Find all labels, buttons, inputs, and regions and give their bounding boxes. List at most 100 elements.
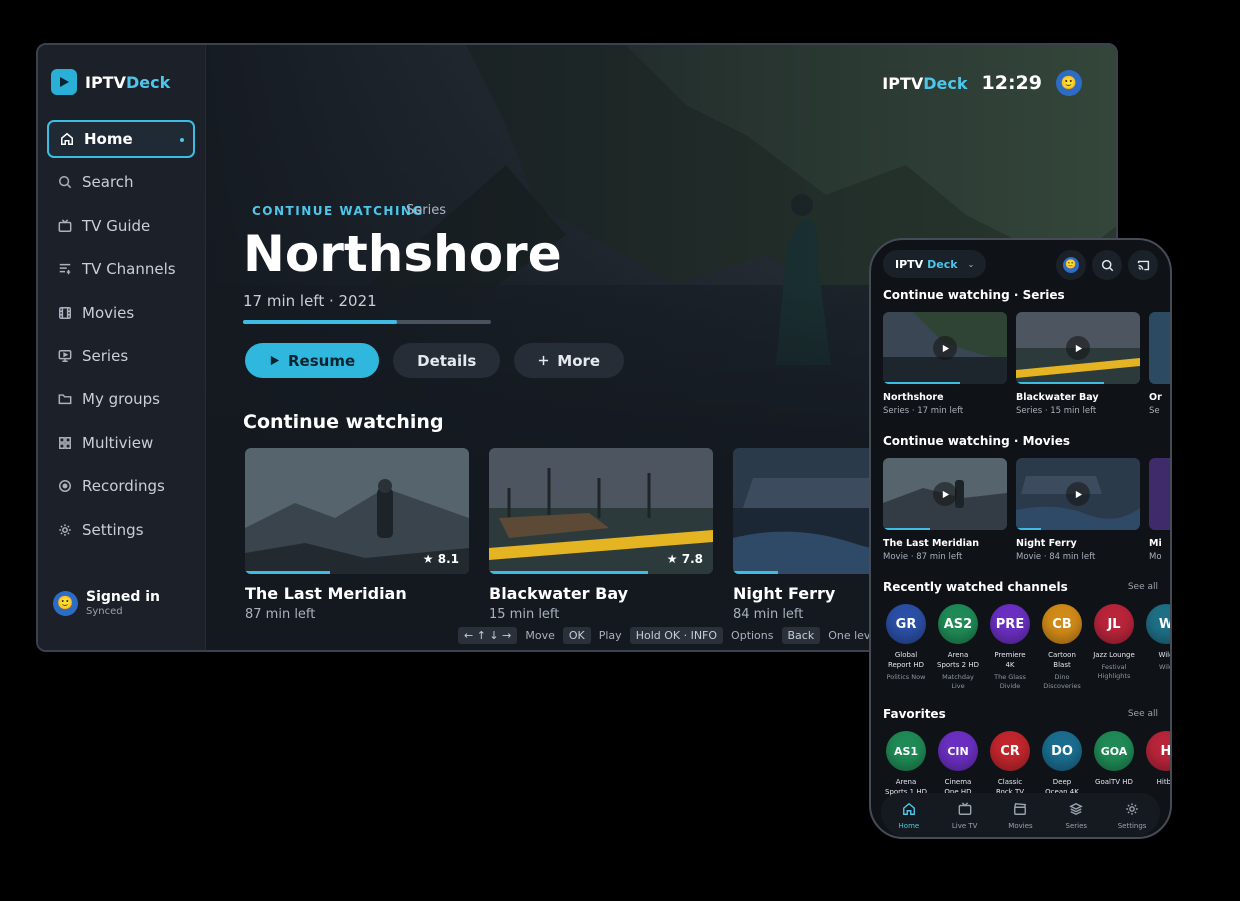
channel-item[interactable]: H Hitbo <box>1145 731 1170 798</box>
card-thumbnail <box>1149 458 1170 530</box>
card-title: Blackwater Bay <box>1016 392 1099 403</box>
phone-media-card[interactable]: Mi Mo <box>1149 458 1170 562</box>
channel-item[interactable]: PRE Premiere 4K The Glass Divide <box>989 604 1031 691</box>
header-brand: IPTVDeck <box>882 73 968 93</box>
hero-kind: Series <box>406 203 446 218</box>
channel-item[interactable]: W Wild Wild <box>1145 604 1170 691</box>
card-title: Or <box>1149 392 1162 403</box>
media-card[interactable]: ★ 7.8 Blackwater Bay 15 min left <box>489 448 713 622</box>
sidebar-item-label: Movies <box>82 303 135 322</box>
channel-item[interactable]: GR Global Report HD Politics Now <box>885 604 927 691</box>
card-sub: Series · 15 min left <box>1016 406 1097 416</box>
sidebar-item-label: TV Channels <box>82 260 176 279</box>
search-icon <box>1101 259 1113 271</box>
sidebar-item-tv-channels[interactable]: TV Channels <box>47 250 195 288</box>
channel-name: Cartoon Blast <box>1048 651 1076 669</box>
media-card[interactable]: ★ 8.1 The Last Meridian 87 min left <box>245 448 469 622</box>
phone-media-card[interactable]: Blackwater Bay Series · 15 min left <box>1016 312 1140 416</box>
card-title: Blackwater Bay <box>489 584 629 603</box>
tv-icon <box>58 219 72 232</box>
tv-icon <box>958 801 972 815</box>
see-all-favorites-link[interactable]: See all <box>1128 709 1158 719</box>
sidebar-item-label: Series <box>82 346 129 365</box>
card-time-left: 15 min left <box>489 607 560 622</box>
profile-avatar[interactable]: 🙂 <box>1056 70 1082 96</box>
sidebar-item-recordings[interactable]: Recordings <box>47 467 195 505</box>
card-progress <box>245 571 331 574</box>
top-bar: IPTVDeck 12:29 🙂 <box>882 70 1082 96</box>
sidebar-item-tv-guide[interactable]: TV Guide <box>47 207 195 245</box>
card-title: The Last Meridian <box>883 538 980 549</box>
play-logo-icon <box>51 69 77 95</box>
channel-item[interactable]: AS2 Arena Sports 2 HD Matchday Live <box>937 604 979 691</box>
channel-logo: CB <box>1042 604 1082 644</box>
tab-home[interactable]: Home <box>884 801 934 830</box>
sidebar-item-series[interactable]: Series <box>47 337 195 375</box>
sidebar-item-settings[interactable]: Settings <box>47 511 195 549</box>
gear-icon <box>1126 802 1138 815</box>
see-all-channels-link[interactable]: See all <box>1128 582 1158 592</box>
channel-logo: JL <box>1094 604 1134 644</box>
home-icon <box>61 132 73 145</box>
channel-item[interactable]: DO Deep Ocean 4K <box>1041 731 1083 798</box>
phone-app-window: IPTV Deck ⌄ 🙂 Continue watching · Series … <box>869 238 1172 839</box>
brand-logo: IPTVDeck <box>51 69 170 95</box>
record-icon <box>59 480 71 493</box>
card-title: Night Ferry <box>1016 538 1077 549</box>
profile-button[interactable]: 🙂 <box>1056 250 1086 280</box>
card-sub: Series · 17 min left <box>883 406 964 416</box>
gear-icon <box>59 523 71 536</box>
phone-section-series: Continue watching · Series <box>883 288 1065 302</box>
details-button[interactable]: Details <box>393 343 501 378</box>
phone-media-card[interactable]: Northshore Series · 17 min left <box>883 312 1007 416</box>
channel-name: Premiere 4K <box>994 651 1026 669</box>
more-button[interactable]: More <box>514 343 625 378</box>
channel-item[interactable]: AS1 Arena Sports 1 HD <box>885 731 927 798</box>
tab-series[interactable]: Series <box>1051 801 1101 830</box>
channel-item[interactable]: GOA GoalTV HD <box>1093 731 1135 798</box>
channel-program: Matchday Live <box>942 672 974 691</box>
tab-movies[interactable]: Movies <box>995 801 1045 830</box>
tab-live-tv[interactable]: Live TV <box>940 801 990 830</box>
channel-logo: DO <box>1042 731 1082 771</box>
card-sub: Movie · 87 min left <box>883 552 963 562</box>
card-sub: Se <box>1149 406 1160 416</box>
channel-logo: PRE <box>990 604 1030 644</box>
phone-media-card[interactable]: The Last Meridian Movie · 87 min left <box>883 458 1007 562</box>
phone-media-card[interactable]: Or Se <box>1149 312 1170 416</box>
cast-button[interactable] <box>1128 250 1158 280</box>
channel-name: Arena Sports 2 HD <box>937 651 979 669</box>
channel-item[interactable]: JL Jazz Lounge Festival Highlights <box>1093 604 1135 691</box>
card-progress <box>489 571 649 574</box>
channel-program: Dino Discoveries <box>1043 672 1081 691</box>
phone-movies-row: The Last Meridian Movie · 87 min left Ni… <box>883 458 1170 562</box>
account-status[interactable]: 🙂 Signed in Synced <box>53 589 160 617</box>
resume-button[interactable]: Resume <box>245 343 380 378</box>
brand-name: IPTVDeck <box>85 72 171 92</box>
sidebar-item-multiview[interactable]: Multiview <box>47 424 195 462</box>
channel-program: The Glass Divide <box>994 672 1026 691</box>
sidebar-item-my-groups[interactable]: My groups <box>47 380 195 418</box>
channel-name: Wild <box>1158 651 1170 659</box>
channel-item[interactable]: CIN Cinema One HD <box>937 731 979 798</box>
phone-brand-dropdown[interactable]: IPTV Deck ⌄ <box>883 250 987 278</box>
sidebar-item-movies[interactable]: Movies <box>47 294 195 332</box>
card-time-left: 87 min left <box>245 607 316 622</box>
sidebar-item-search[interactable]: Search <box>47 163 195 201</box>
card-sub: Mo <box>1149 552 1162 562</box>
hint-options: Options <box>731 629 774 642</box>
phone-section-favorites: Favorites <box>883 707 946 721</box>
continue-watching-row: ★ 8.1 The Last Meridian 87 min left ★ 7.… <box>245 448 957 622</box>
channel-item[interactable]: CB Cartoon Blast Dino Discoveries <box>1041 604 1083 691</box>
card-progress <box>883 382 960 384</box>
sidebar-item-home[interactable]: Home <box>47 120 195 158</box>
search-button[interactable] <box>1092 250 1122 280</box>
avatar: 🙂 <box>1063 257 1079 273</box>
sidebar: IPTVDeck Home Search TV Guide TV Channel… <box>38 45 206 650</box>
card-thumbnail <box>883 312 1007 384</box>
tab-settings[interactable]: Settings <box>1107 801 1157 830</box>
sidebar-item-label: Search <box>82 173 134 192</box>
remote-hints-bar: ← ↑ ↓ → Move OK Play Hold OK · INFO Opti… <box>458 627 898 644</box>
channel-item[interactable]: CR Classic Rock TV <box>989 731 1031 798</box>
phone-media-card[interactable]: Night Ferry Movie · 84 min left <box>1016 458 1140 562</box>
